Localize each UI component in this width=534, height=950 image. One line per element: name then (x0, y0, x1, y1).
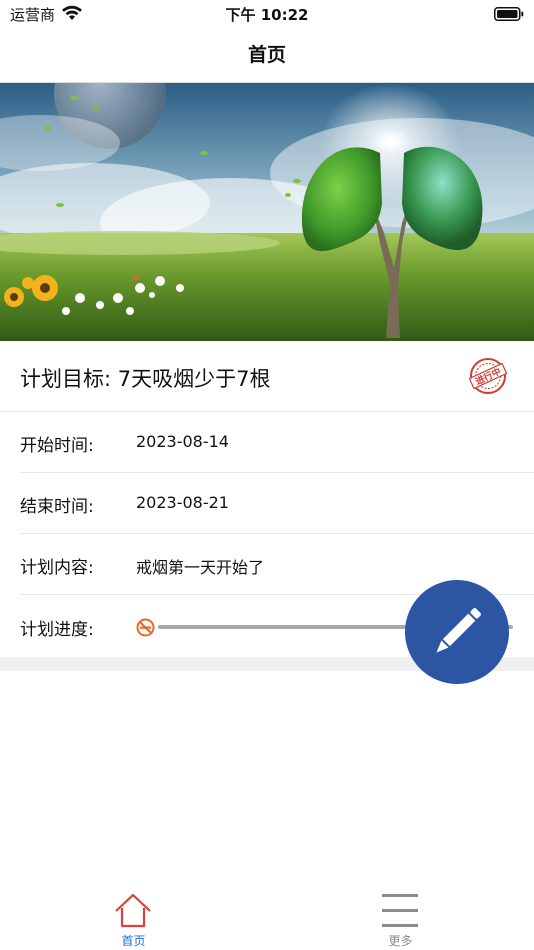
tab-more-label: 更多 (388, 934, 413, 948)
start-time-label: 开始时间: (20, 436, 94, 456)
tab-more[interactable]: 更多 (267, 880, 534, 950)
tab-bar: 首页 更多 (0, 880, 534, 950)
start-time-value: 2023-08-14 (136, 432, 229, 451)
banner-image (0, 83, 534, 341)
tab-home[interactable]: 首页 (0, 880, 267, 950)
status-time: 下午 10:22 (225, 6, 309, 24)
in-progress-stamp: 进行中 (469, 358, 507, 394)
end-time-label: 结束时间: (20, 497, 94, 517)
home-icon (115, 893, 151, 928)
end-time-value: 2023-08-21 (136, 493, 229, 512)
plan-goal: 计划目标: 7天吸烟少于7根 (20, 367, 271, 391)
no-smoking-icon (136, 618, 155, 637)
page-title: 首页 (247, 44, 286, 66)
plan-goal-row: 计划目标: 7天吸烟少于7根 (0, 341, 534, 412)
edit-plan-button[interactable] (405, 580, 509, 684)
pencil-icon (436, 608, 481, 653)
start-time-row: 开始时间: 2023-08-14 (0, 412, 534, 472)
menu-icon (382, 894, 418, 927)
end-time-row: 结束时间: 2023-08-21 (0, 473, 534, 533)
battery-icon (494, 7, 524, 21)
plan-content-value: 戒烟第一天开始了 (136, 558, 265, 577)
plan-progress-label: 计划进度: (20, 620, 94, 640)
tab-home-label: 首页 (121, 934, 146, 948)
plan-content-label: 计划内容: (20, 558, 94, 578)
status-bar: 运营商 下午 10:22 (0, 0, 534, 28)
